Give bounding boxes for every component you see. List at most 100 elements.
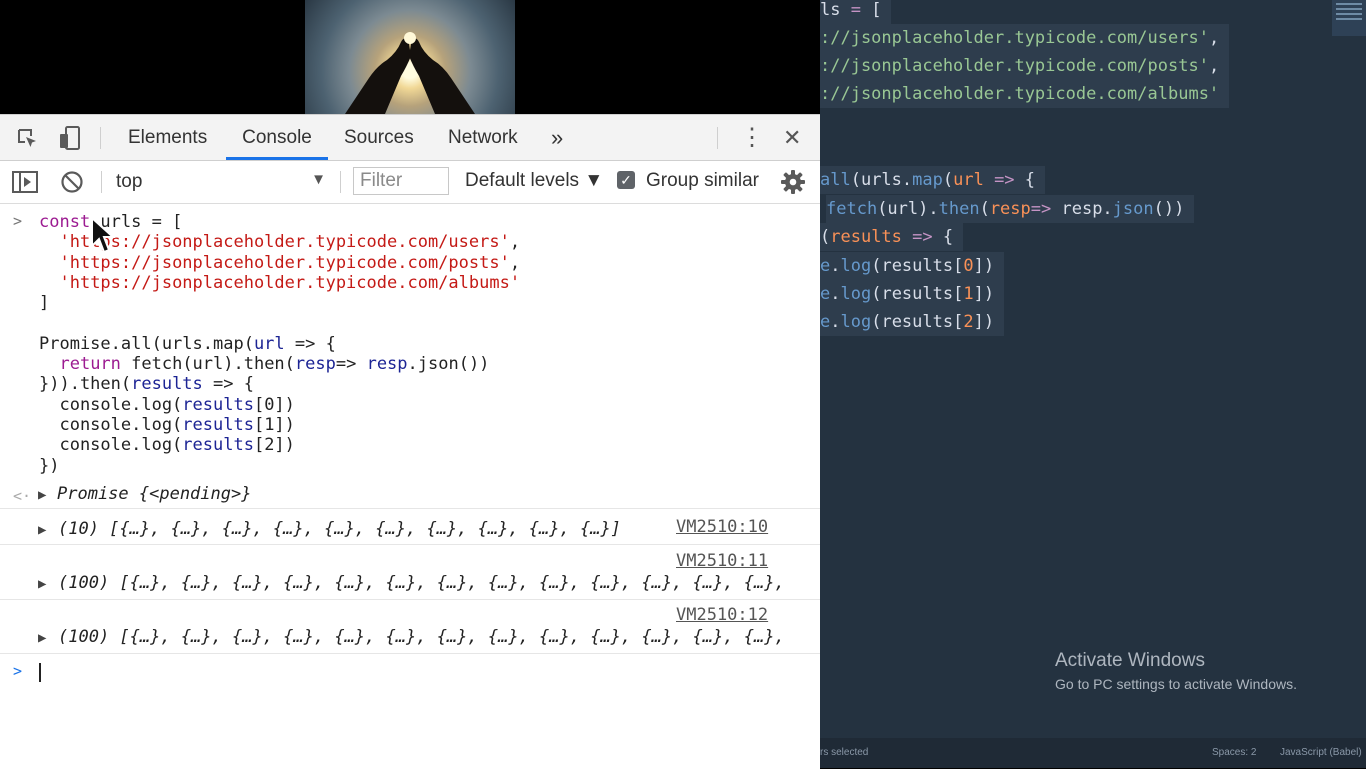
code-line: return fetch(url).then(resp=> resp.json(… [39,354,520,374]
log-entry-2[interactable]: (100) [{…}, {…}, {…}, {…}, {…}, {…}, {…}… [58,627,785,647]
code-line: Promise.all(urls.map(url => { [39,334,520,354]
code-token: , [1208,56,1220,76]
source-link-2[interactable]: VM2510:12 [676,605,768,625]
minimap[interactable] [1332,0,1366,36]
console-toolbar: top ▼ Default levels ▼ ✓ Group similar [0,161,820,204]
code-token: console.log( [39,435,183,456]
editor-line[interactable]: e.log(results[0]) [820,252,1005,280]
group-similar-label: Group similar [646,170,759,191]
return-value[interactable]: Promise {<pending>} [57,484,251,504]
gear-icon[interactable] [778,167,808,197]
code-token: then [938,199,980,219]
code-token: resp [366,354,408,375]
code-token: ] [39,293,50,314]
editor-line[interactable]: all(urls.map(url => { [820,166,1046,194]
filter-input[interactable] [353,167,449,195]
inspect-element-icon[interactable] [12,123,42,153]
code-token: 'https://jsonplaceholder.typicode.com/us… [59,232,510,253]
editor-line[interactable]: ://jsonplaceholder.typicode.com/albums' [820,80,1230,108]
code-token: 'https://jsonplaceholder.typicode.com/po… [59,252,510,273]
expand-triangle-icon[interactable]: ▶ [38,522,46,538]
code-token: => [901,227,933,247]
code-token: (results[ [871,312,964,332]
code-token: fetch(url).then( [131,354,295,375]
code-token: . [830,256,841,276]
context-selector[interactable]: top ▼ [108,167,330,197]
sidebar-toggle-icon[interactable] [10,167,40,197]
code-token: ( [979,199,990,219]
code-token: ]) [973,284,995,304]
code-editor[interactable]: ls = [ ://jsonplaceholder.typicode.com/u… [820,0,1366,768]
device-toolbar-icon[interactable] [55,123,85,153]
code-token: results [182,414,254,435]
watermark-subtitle: Go to PC settings to activate Windows. [1055,676,1297,692]
code-token: . [830,284,841,304]
source-link-0[interactable]: VM2510:10 [676,517,768,537]
context-label: top [116,171,143,192]
code-line: console.log(results[2]) [39,435,520,455]
code-token: [1]) [253,414,295,435]
tab-console[interactable]: Console [226,115,328,160]
code-token: 1 [963,284,974,304]
code-token: results [182,394,254,415]
code-token: e [820,284,831,304]
console-input-caret[interactable] [39,663,41,682]
code-token: [0]) [253,394,295,415]
kebab-menu-icon[interactable]: ⋮ [740,115,764,160]
code-token: (url). [877,199,939,219]
editor-line[interactable]: ls = [ [820,0,892,24]
indentation-status[interactable]: Spaces: 2 [1212,747,1256,758]
tab-sources[interactable]: Sources [344,115,414,160]
code-token: resp [294,354,336,375]
editor-line[interactable]: ://jsonplaceholder.typicode.com/users', [820,24,1230,52]
code-token: , [1208,28,1220,48]
more-tabs-icon[interactable]: » [551,115,563,160]
code-token: e [820,312,831,332]
group-similar-checkbox[interactable]: ✓ [617,171,635,189]
code-token: => { [284,333,336,354]
editor-line[interactable]: (results => { [820,223,964,251]
code-token: ]) [973,256,995,276]
code-token: 2 [963,312,974,332]
code-token: log [840,312,872,332]
editor-line[interactable]: fetch(url).then(resp=> resp.json()) [826,195,1195,223]
close-icon[interactable]: ✕ [783,115,801,160]
code-token: (results[ [871,284,964,304]
log-entry-0[interactable]: (10) [{…}, {…}, {…}, {…}, {…}, {…}, {…},… [58,519,621,539]
code-token: })).then( [39,374,132,395]
code-token: ://jsonplaceholder.typicode.com/albums' [820,84,1220,104]
mouse-pointer-icon [91,216,116,254]
code-token: 'https://jsonplaceholder.typicode.com/al… [59,272,521,293]
editor-line[interactable]: e.log(results[2]) [820,308,1005,336]
code-token: ls [820,0,851,20]
code-line: ] [39,293,520,313]
editor-line[interactable]: ://jsonplaceholder.typicode.com/posts', [820,52,1230,80]
source-link-1[interactable]: VM2510:11 [676,551,768,571]
console-output[interactable]: > const urls = [ 'https://jsonplaceholde… [0,204,820,769]
code-token: results [182,435,254,456]
clear-console-icon[interactable] [57,167,87,197]
log-levels-dropdown[interactable]: Default levels ▼ [465,170,603,192]
tab-elements[interactable]: Elements [128,115,207,160]
code-token: log [840,256,872,276]
editor-status-bar: rs selected Spaces: 2 JavaScript (Babel) [820,738,1366,768]
code-token: fetch [826,199,878,219]
code-token: e [820,256,831,276]
syntax-status[interactable]: JavaScript (Babel) [1280,747,1362,758]
expand-triangle-icon[interactable]: ▶ [38,630,46,646]
tab-network[interactable]: Network [448,115,518,160]
expand-triangle-icon[interactable]: ▶ [38,576,46,592]
expand-triangle-icon[interactable]: ▶ [38,487,46,503]
log-entry-1[interactable]: (100) [{…}, {…}, {…}, {…}, {…}, {…}, {…}… [58,573,785,593]
code-token: .json()) [407,354,490,375]
code-token: => [983,170,1015,190]
code-token: ://jsonplaceholder.typicode.com/posts' [820,56,1209,76]
code-line: console.log(results[0]) [39,395,520,415]
code-token: [2]) [253,435,295,456]
editor-line[interactable]: e.log(results[1]) [820,280,1005,308]
code-token: => { [202,374,254,395]
code-token: json [1112,199,1154,219]
code-token: (urls. [850,170,913,190]
